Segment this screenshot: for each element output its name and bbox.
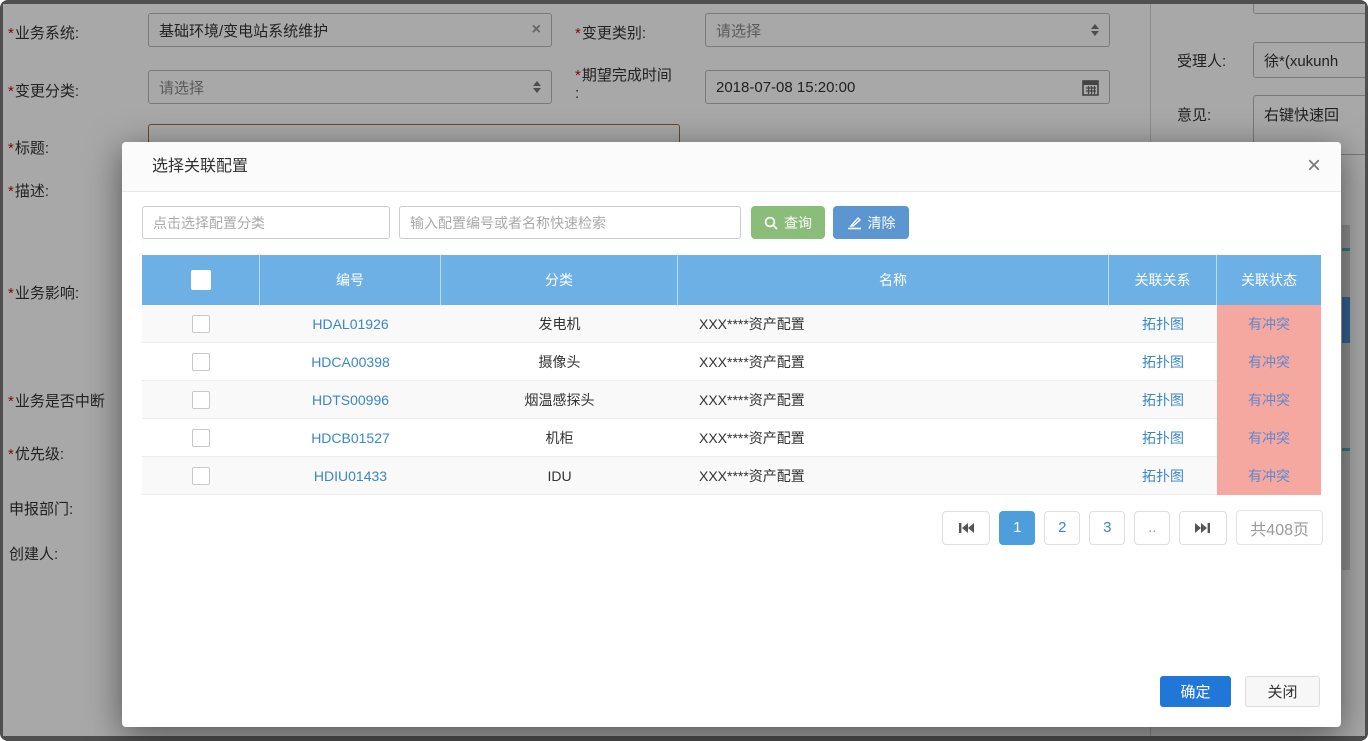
row-checkbox[interactable] [192,315,210,333]
config-code-link[interactable]: HDCA00398 [260,343,441,380]
select-config-modal: 选择关联配置 × 查询 清除 编号 分类 名称 [122,142,1341,727]
conflict-status-badge: 有冲突 [1217,457,1321,495]
first-page-button[interactable] [942,511,990,545]
config-code-link[interactable]: HDCB01527 [260,419,441,456]
checkbox-cell [142,381,260,418]
config-name: XXX****资产配置 [678,457,1109,494]
config-category: 摄像头 [441,343,678,380]
config-category: 烟温感探头 [441,381,678,418]
table-row[interactable]: HDTS00996 烟温感探头 XXX****资产配置 拓扑图 有冲突 [142,381,1321,419]
table-row[interactable]: HDAL01926 发电机 XXX****资产配置 拓扑图 有冲突 [142,305,1321,343]
topology-link[interactable]: 拓扑图 [1109,381,1217,418]
header-category: 分类 [441,255,678,305]
confirm-button[interactable]: 确定 [1160,676,1231,707]
page-ellipsis[interactable]: .. [1134,511,1170,545]
frame-edge [0,0,3,741]
header-code: 编号 [260,255,441,305]
config-name: XXX****资产配置 [678,419,1109,456]
scrollbar[interactable] [1342,225,1350,570]
config-category: 发电机 [441,305,678,342]
scrollbar-thumb[interactable] [1342,297,1350,343]
checkbox-cell [142,305,260,342]
row-checkbox[interactable] [192,467,210,485]
topology-link[interactable]: 拓扑图 [1109,457,1217,494]
page-1-button[interactable]: 1 [999,511,1035,545]
config-name: XXX****资产配置 [678,381,1109,418]
first-page-icon [958,522,974,534]
table-header-row: 编号 分类 名称 关联关系 关联状态 [142,255,1321,305]
clear-pencil-icon [847,216,862,230]
header-relation: 关联关系 [1109,255,1217,305]
close-icon[interactable]: × [1307,153,1321,179]
frame-edge [0,736,1368,741]
config-category-input[interactable] [142,206,390,239]
table-row[interactable]: HDCA00398 摄像头 XXX****资产配置 拓扑图 有冲突 [142,343,1321,381]
query-button[interactable]: 查询 [751,206,825,239]
clear-button[interactable]: 清除 [833,206,909,239]
page-3-button[interactable]: 3 [1089,511,1125,545]
select-all-cell [142,255,260,305]
conflict-status-badge: 有冲突 [1217,343,1321,381]
checkbox-cell [142,457,260,494]
config-code-link[interactable]: HDTS00996 [260,381,441,418]
config-category: 机柜 [441,419,678,456]
conflict-status-badge: 有冲突 [1217,305,1321,343]
table-row[interactable]: HDCB01527 机柜 XXX****资产配置 拓扑图 有冲突 [142,419,1321,457]
pagination: 1 2 3 .. 共408页 [942,510,1323,545]
config-category: IDU [441,457,678,494]
close-button[interactable]: 关闭 [1245,676,1320,707]
config-name: XXX****资产配置 [678,343,1109,380]
header-status: 关联状态 [1217,255,1321,305]
scrollbar-mark [1342,248,1350,251]
config-code-link[interactable]: HDIU01433 [260,457,441,494]
row-checkbox[interactable] [192,391,210,409]
frame-edge [0,0,1368,4]
config-code-link[interactable]: HDAL01926 [260,305,441,342]
total-pages-label: 共408页 [1236,510,1323,545]
config-table: 编号 分类 名称 关联关系 关联状态 HDAL01926 发电机 XXX****… [142,255,1321,495]
topology-link[interactable]: 拓扑图 [1109,343,1217,380]
config-keyword-input[interactable] [399,206,741,239]
row-checkbox[interactable] [192,429,210,447]
table-row[interactable]: HDIU01433 IDU XXX****资产配置 拓扑图 有冲突 [142,457,1321,495]
topology-link[interactable]: 拓扑图 [1109,305,1217,342]
header-name: 名称 [678,255,1109,305]
search-icon [764,216,778,230]
modal-title: 选择关联配置 [152,142,248,192]
row-checkbox[interactable] [192,353,210,371]
checkbox-cell [142,419,260,456]
conflict-status-badge: 有冲突 [1217,381,1321,419]
scrollbar-mark [1342,448,1350,451]
last-page-button[interactable] [1179,511,1227,545]
checkbox-cell [142,343,260,380]
select-all-checkbox[interactable] [191,270,211,290]
last-page-icon [1195,522,1211,534]
config-name: XXX****资产配置 [678,305,1109,342]
modal-header: 选择关联配置 × [122,142,1341,192]
page-2-button[interactable]: 2 [1044,511,1080,545]
topology-link[interactable]: 拓扑图 [1109,419,1217,456]
page: *业务系统: 基础环境/变电站系统维护 × *变更类别: 请选择 *变更分类: … [0,0,1368,741]
conflict-status-badge: 有冲突 [1217,419,1321,457]
